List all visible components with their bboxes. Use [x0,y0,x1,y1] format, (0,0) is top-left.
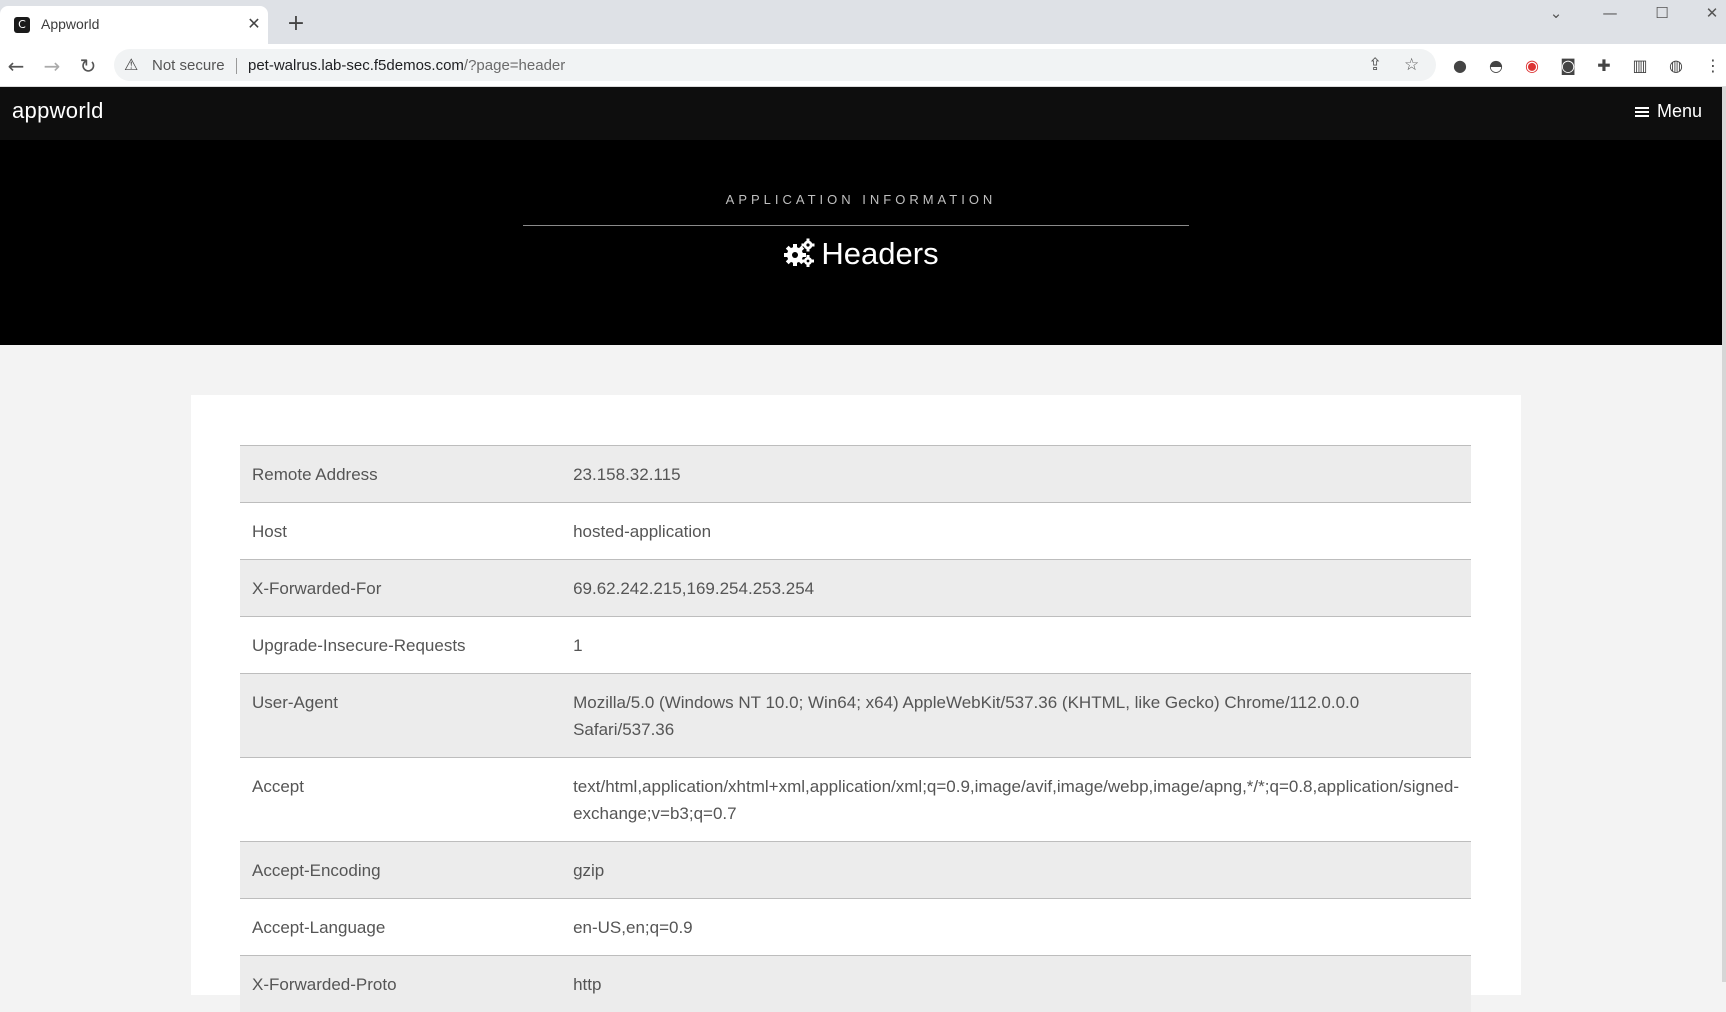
table-row: Upgrade-Insecure-Requests1 [240,617,1471,674]
menu-label: Menu [1657,101,1702,121]
table-row: User-AgentMozilla/5.0 (Windows NT 10.0; … [240,674,1471,758]
puzzle-extensions-icon[interactable]: ✚ [1594,56,1614,76]
header-name-cell: Accept-Language [240,899,561,956]
record-extension-icon[interactable]: ◉ [1522,56,1542,76]
close-tab-icon[interactable]: ✕ [244,14,264,34]
table-row: X-Forwarded-For69.62.242.215,169.254.253… [240,560,1471,617]
minimize-button[interactable]: — [1588,0,1632,28]
url-text[interactable]: pet-walrus.lab-sec.f5demos.com/?page=hea… [248,57,565,74]
tab-search-icon[interactable]: ⌄ [1534,0,1578,28]
header-value-cell: hosted-application [561,503,1471,560]
mask-extension-icon[interactable]: ◙ [1558,56,1578,76]
back-button[interactable]: ← [3,53,29,79]
header-value-cell: http [561,956,1471,1012]
warning-icon[interactable]: ⚠ [124,55,138,74]
header-name-cell: Remote Address [240,446,561,503]
browser-toolbar: ← → ↻ ⚠ Not secure pet-walrus.lab-sec.f5… [0,44,1726,87]
incognito-extension-icon[interactable]: ◓ [1486,56,1506,76]
close-window-button[interactable]: ✕ [1690,0,1726,28]
header-name-cell: Host [240,503,561,560]
reload-button[interactable]: ↻ [75,53,101,79]
header-name-cell: X-Forwarded-For [240,560,561,617]
profile-avatar-icon[interactable]: ◍ [1666,56,1686,76]
address-bar[interactable]: ⚠ Not secure pet-walrus.lab-sec.f5demos.… [114,49,1436,81]
new-tab-button[interactable]: + [284,12,308,36]
menu-button[interactable]: Menu [1635,101,1702,122]
header-value-cell: text/html,application/xhtml+xml,applicat… [561,758,1471,842]
header-value-cell: gzip [561,842,1471,899]
header-name-cell: X-Forwarded-Proto [240,956,561,1012]
hamburger-icon [1635,105,1649,119]
table-row: Accept-Languageen-US,en;q=0.9 [240,899,1471,956]
maximize-button[interactable]: ☐ [1640,0,1684,28]
headers-table: Remote Address23.158.32.115Hosthosted-ap… [240,445,1471,1012]
url-path: /?page=header [464,57,565,74]
header-name-cell: Accept-Encoding [240,842,561,899]
table-row: Hosthosted-application [240,503,1471,560]
share-icon[interactable]: ⇪ [1368,55,1382,75]
browser-tab[interactable]: C Appworld ✕ [0,6,268,44]
security-label[interactable]: Not secure [152,57,225,74]
page-scrollbar[interactable] [1722,87,1726,982]
page-title-wrap: Headers [0,236,1722,272]
header-value-cell: 23.158.32.115 [561,446,1471,503]
header-name-cell: Upgrade-Insecure-Requests [240,617,561,674]
gears-icon [783,238,815,268]
hero-banner: APPLICATION INFORMATION Headers [0,140,1722,345]
hero-divider [523,225,1189,226]
forward-button[interactable]: → [39,53,65,79]
side-panel-icon[interactable]: ▥ [1630,56,1650,76]
tab-strip: C Appworld ✕ + ⌄ — ☐ ✕ [0,0,1726,44]
page-title: Headers [821,236,938,271]
table-row: Accept-Encodinggzip [240,842,1471,899]
header-name-cell: User-Agent [240,674,561,758]
site-navbar: appworld Menu [0,87,1722,140]
header-value-cell: Mozilla/5.0 (Windows NT 10.0; Win64; x64… [561,674,1471,758]
headers-card: Remote Address23.158.32.115Hosthosted-ap… [191,395,1521,995]
appworld-favicon-icon: C [14,17,30,33]
tab-title: Appworld [41,16,99,32]
header-value-cell: 1 [561,617,1471,674]
divider [236,58,237,74]
bookmark-star-icon[interactable]: ☆ [1404,55,1419,75]
browser-menu-icon[interactable]: ⋮ [1703,56,1723,76]
section-eyebrow: APPLICATION INFORMATION [0,192,1722,207]
table-row: Accepttext/html,application/xhtml+xml,ap… [240,758,1471,842]
url-host: pet-walrus.lab-sec.f5demos.com [248,57,464,74]
cookie-extension-icon[interactable]: ● [1450,56,1470,76]
header-value-cell: en-US,en;q=0.9 [561,899,1471,956]
header-name-cell: Accept [240,758,561,842]
header-value-cell: 69.62.242.215,169.254.253.254 [561,560,1471,617]
table-row: Remote Address23.158.32.115 [240,446,1471,503]
table-row: X-Forwarded-Protohttp [240,956,1471,1012]
site-brand[interactable]: appworld [12,98,104,124]
